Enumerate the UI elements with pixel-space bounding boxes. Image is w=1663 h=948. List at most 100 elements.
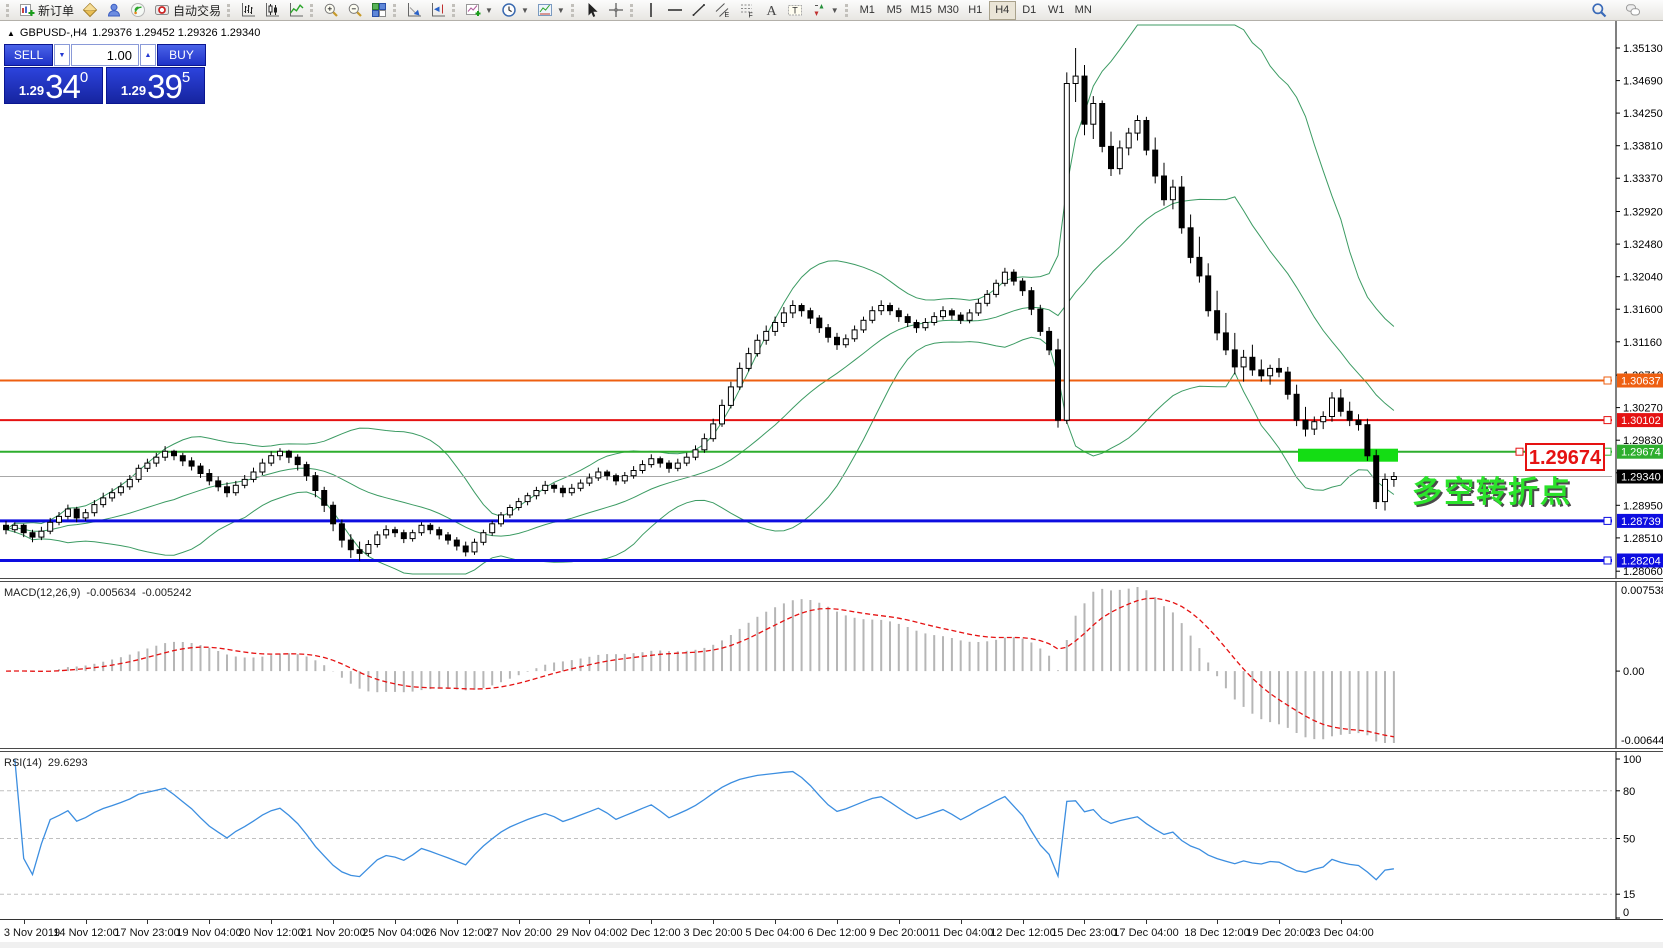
sell-price-display[interactable]: 1.29 34 0 [4, 67, 103, 104]
toolbar-grip[interactable] [452, 4, 456, 17]
signals-button[interactable] [126, 1, 150, 20]
candle [127, 479, 132, 486]
line-endpoint-marker[interactable] [1604, 448, 1611, 455]
candle [145, 463, 150, 468]
toolbar-grip[interactable] [310, 4, 314, 17]
tf-h1[interactable]: H1 [962, 1, 989, 20]
bar-chart-button[interactable] [236, 1, 260, 20]
collapse-marker-icon[interactable]: ▲ [7, 29, 15, 38]
candle [375, 535, 380, 545]
cursor-button[interactable] [580, 1, 604, 20]
zoom-in-button[interactable] [319, 1, 343, 20]
candle [269, 456, 274, 463]
equidistant-channel-button[interactable]: E [711, 1, 735, 20]
auto-scroll-button[interactable] [402, 1, 426, 20]
autotrading-button[interactable]: 自动交易 [150, 1, 225, 20]
fibonacci-button[interactable]: F [735, 1, 759, 20]
tile-windows-button[interactable] [367, 1, 391, 20]
highlight-rectangle[interactable] [1298, 449, 1398, 462]
zoom-out-button[interactable] [343, 1, 367, 20]
chat-button[interactable] [1621, 1, 1645, 20]
time-tick [395, 920, 396, 924]
tf-h4[interactable]: H4 [989, 1, 1016, 20]
toolbar-grip[interactable] [571, 4, 575, 17]
tf-w1[interactable]: W1 [1043, 1, 1070, 20]
macd-panel[interactable]: 0.0075380.00-0.006446 [0, 582, 1663, 748]
candle [225, 487, 230, 493]
candle [728, 387, 733, 406]
line-endpoint-marker[interactable] [1604, 417, 1611, 424]
candle [437, 530, 442, 535]
line-endpoint-marker[interactable] [1604, 517, 1611, 524]
templates-button[interactable]: ▼ [533, 1, 569, 20]
candle [764, 331, 769, 340]
fibonacci-icon: F [739, 2, 755, 18]
trendline-button[interactable] [687, 1, 711, 20]
candle [1330, 398, 1335, 417]
time-tick [24, 920, 25, 924]
buy-price-display[interactable]: 1.29 39 5 [106, 67, 205, 104]
periods-button[interactable]: ▼ [497, 1, 533, 20]
chart-shift-button[interactable] [426, 1, 450, 20]
tf-mn[interactable]: MN [1070, 1, 1097, 20]
tf-m5[interactable]: M5 [881, 1, 908, 20]
trade-group: 新订单 自动交易 [4, 0, 225, 21]
candle [304, 465, 309, 476]
tf-m30[interactable]: M30 [935, 1, 962, 20]
candle [180, 456, 185, 461]
arrows-button[interactable]: ▼ [807, 1, 843, 20]
rsi-background [0, 752, 1663, 919]
toolbar-grip[interactable] [630, 4, 634, 17]
tf-d1-label: D1 [1022, 4, 1036, 16]
tf-d1[interactable]: D1 [1016, 1, 1043, 20]
toolbar-grip[interactable] [845, 4, 849, 17]
rsi-label: RSI(14) 29.6293 [4, 757, 88, 769]
sell-button[interactable]: SELL [4, 44, 53, 66]
buy-button[interactable]: BUY [157, 44, 206, 66]
candle [154, 457, 159, 463]
indicators-button[interactable]: ▼ [461, 1, 497, 20]
tf-mn-label: MN [1075, 4, 1092, 16]
metaeditor-button[interactable] [78, 1, 102, 20]
candle [958, 315, 963, 320]
candle [516, 502, 521, 508]
time-tick [713, 920, 714, 924]
crosshair-button[interactable] [604, 1, 628, 20]
chart-title: ▲ GBPUSD-,H4 1.29376 1.29452 1.29326 1.2… [7, 27, 260, 39]
vertical-line-button[interactable] [639, 1, 663, 20]
tf-m15[interactable]: M15 [908, 1, 935, 20]
callout-anchor-marker[interactable] [1516, 448, 1523, 455]
candlestick-chart-icon [264, 2, 280, 18]
date-label: 5 Dec 04:00 [745, 927, 804, 939]
date-label: 11 Dec 04:00 [929, 927, 994, 939]
toolbar-grip[interactable] [393, 4, 397, 17]
community-button[interactable] [102, 1, 126, 20]
rsi-panel[interactable]: 1008050150 [0, 752, 1663, 919]
horizontal-line-button[interactable] [663, 1, 687, 20]
buy-price-pipette: 5 [182, 69, 190, 86]
rsi-axis-label: 80 [1623, 786, 1635, 798]
search-button[interactable] [1587, 1, 1611, 20]
toolbar-grip[interactable] [227, 4, 231, 17]
toolbar-grip[interactable] [6, 4, 10, 17]
volume-increase-button[interactable]: ▲ [140, 44, 156, 66]
candle [1020, 281, 1025, 291]
candlestick-chart-button[interactable] [260, 1, 284, 20]
price-tick-label: 1.33810 [1623, 141, 1663, 153]
annotation-text[interactable]: 多空转折点 [1412, 476, 1572, 509]
candle [622, 476, 627, 481]
main-price-chart[interactable]: 1.351301.346901.342501.338101.333701.329… [0, 21, 1663, 578]
candle [1029, 291, 1034, 310]
text-label-button[interactable]: T [783, 1, 807, 20]
volume-decrease-button[interactable]: ▼ [54, 44, 70, 66]
new-order-button[interactable]: 新订单 [15, 1, 78, 20]
axis-price-label-text: 1.29340 [1621, 472, 1661, 484]
text-button[interactable]: A [759, 1, 783, 20]
line-endpoint-marker[interactable] [1604, 557, 1611, 564]
volume-input[interactable] [71, 44, 139, 66]
chart-type-group [225, 0, 308, 21]
line-endpoint-marker[interactable] [1604, 377, 1611, 384]
tf-m1[interactable]: M1 [854, 1, 881, 20]
line-chart-button[interactable] [284, 1, 308, 20]
candle [1117, 148, 1122, 169]
